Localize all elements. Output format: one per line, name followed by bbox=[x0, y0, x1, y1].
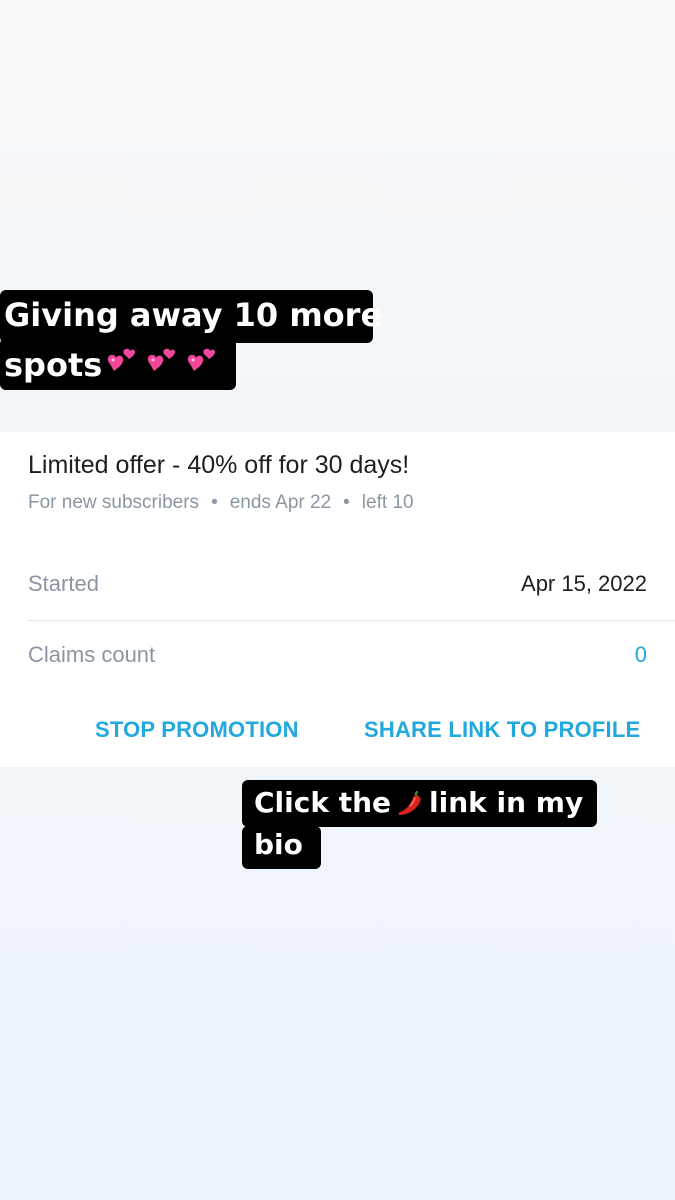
caption-top-line1: Giving away 10 more bbox=[0, 290, 382, 343]
claims-count-label: Claims count bbox=[28, 642, 156, 667]
caption-top-line2-text: spots bbox=[4, 346, 103, 384]
two-hearts-icon bbox=[148, 348, 176, 371]
caption-bottom-line2-text: bio bbox=[254, 828, 303, 861]
divider bbox=[28, 620, 675, 621]
separator-dot: • bbox=[343, 492, 350, 513]
share-link-to-profile-button[interactable]: SHARE LINK TO PROFILE bbox=[364, 717, 640, 743]
stop-promotion-button[interactable]: STOP PROMOTION bbox=[95, 717, 299, 743]
caption-bottom-line2: bio bbox=[242, 826, 321, 869]
promotion-ends: ends Apr 22 bbox=[229, 492, 332, 513]
caption-bottom-line1-start: Click the bbox=[254, 786, 392, 819]
hot-pepper-icon bbox=[398, 790, 421, 815]
claims-count-value[interactable]: 0 bbox=[635, 642, 647, 668]
two-hearts-icon bbox=[108, 348, 136, 371]
two-hearts-icon bbox=[188, 348, 216, 371]
caption-bottom-line1: Click the link in my bbox=[242, 780, 597, 827]
promotion-left: left 10 bbox=[361, 492, 414, 513]
caption-top-line1-text: Giving away 10 more bbox=[4, 296, 383, 334]
promotion-title: Limited offer - 40% off for 30 days! bbox=[28, 451, 410, 479]
promotion-meta: For new subscribers • ends Apr 22 • left 10 bbox=[28, 492, 414, 514]
separator-dot: • bbox=[211, 492, 218, 513]
caption-bottom-line1-end: link in my bbox=[429, 786, 584, 819]
started-value: Apr 15, 2022 bbox=[521, 571, 647, 596]
hearts-group bbox=[104, 348, 224, 387]
promotion-audience: For new subscribers bbox=[28, 492, 200, 513]
started-label: Started bbox=[28, 571, 99, 596]
caption-top-line2: spots bbox=[0, 338, 236, 390]
